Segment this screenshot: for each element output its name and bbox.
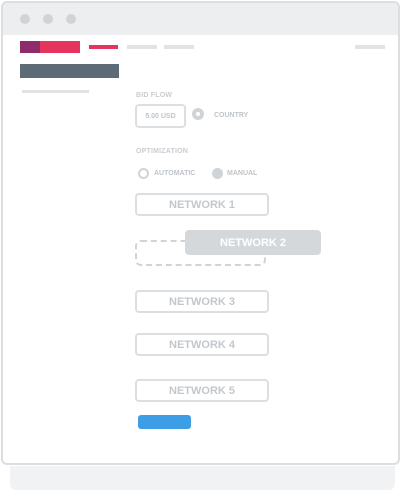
nav-item-2[interactable] (127, 45, 157, 49)
manual-option-label[interactable]: MANUAL (227, 170, 257, 177)
window-shadow (10, 466, 395, 490)
window-maximize-dot[interactable] (66, 14, 76, 24)
nav-item-3[interactable] (164, 45, 194, 49)
bid-flow-label: BID FLOW (136, 92, 173, 99)
country-target-icon[interactable] (192, 108, 204, 120)
save-button[interactable] (138, 415, 191, 429)
network-item-1[interactable]: NETWORK 1 (135, 193, 269, 216)
automatic-option-label[interactable]: AUTOMATIC (154, 170, 195, 177)
country-option-label[interactable]: COUNTRY (214, 112, 248, 119)
network-item-3[interactable]: NETWORK 3 (135, 290, 269, 313)
network-item-5[interactable]: NETWORK 5 (135, 379, 269, 402)
manual-radio-icon[interactable] (212, 168, 223, 179)
brand-logo-left (20, 41, 40, 53)
nav-item-active[interactable] (89, 45, 118, 49)
network-item-2-dragging[interactable]: NETWORK 2 (185, 230, 321, 255)
automatic-radio-icon[interactable] (138, 168, 149, 179)
window-titlebar (3, 3, 398, 35)
page-subtitle-placeholder (22, 90, 89, 93)
window-minimize-dot[interactable] (43, 14, 53, 24)
page-title-placeholder (20, 64, 119, 78)
nav-user-menu[interactable] (355, 45, 385, 49)
brand-logo-right (40, 41, 80, 53)
optimization-label: OPTIMIZATION (136, 148, 189, 155)
window-close-dot[interactable] (20, 14, 30, 24)
bid-amount-field[interactable]: 5.00 USD (135, 104, 186, 128)
network-item-4[interactable]: NETWORK 4 (135, 333, 269, 356)
